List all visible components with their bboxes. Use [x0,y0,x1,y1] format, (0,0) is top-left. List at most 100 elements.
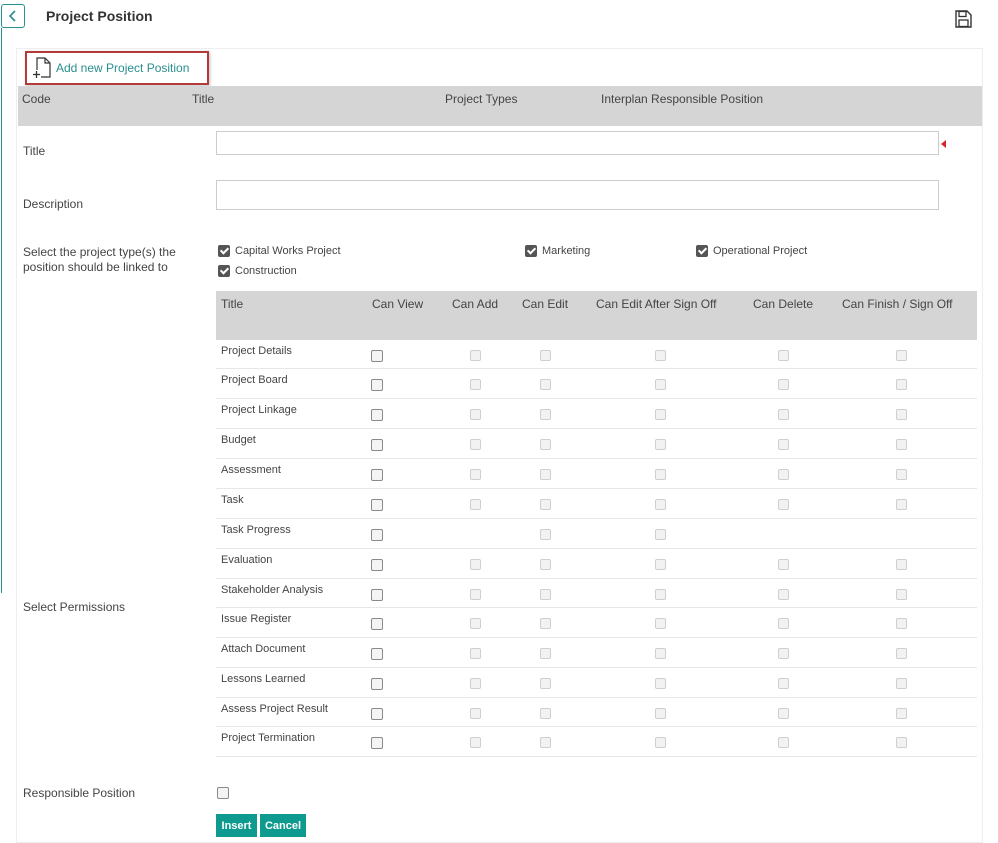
permission-row: Assessment [216,459,977,489]
left-accent-rule [1,28,2,593]
permission-cell [778,648,789,662]
permission-checkbox [778,708,789,719]
permission-cell [778,559,789,573]
permission-row: Issue Register [216,608,977,638]
project-type-checkbox[interactable] [525,245,537,257]
permission-checkbox [655,648,666,659]
permission-checkbox[interactable] [371,379,383,391]
permission-checkbox [896,648,907,659]
permission-checkbox [540,529,551,540]
permission-checkbox [778,439,789,450]
perm-header-can-edit-after-sign-off: Can Edit After Sign Off [596,297,717,311]
permission-cell [371,439,383,454]
permission-checkbox [655,499,666,510]
permission-cell [371,469,383,484]
project-type-checkbox[interactable] [218,265,230,277]
project-type-checkbox[interactable] [696,245,708,257]
permission-checkbox [655,589,666,600]
permission-cell [896,678,907,692]
permission-cell [896,409,907,423]
permission-checkbox [470,469,481,480]
permission-cell [896,708,907,722]
permission-checkbox [540,708,551,719]
permission-checkbox[interactable] [371,648,383,660]
permission-checkbox [470,589,481,600]
back-button[interactable] [1,4,25,28]
permission-checkbox[interactable] [371,559,383,571]
add-document-icon [32,57,51,79]
permission-row-title: Project Board [221,374,288,386]
permission-checkbox[interactable] [371,439,383,451]
permission-checkbox[interactable] [371,708,383,720]
permission-checkbox [778,648,789,659]
permission-checkbox [896,379,907,390]
permission-cell [655,678,666,692]
save-button[interactable] [953,9,973,29]
permission-cell [655,559,666,573]
permission-cell [655,529,666,543]
permission-row: Project Details [216,340,977,369]
permission-checkbox [470,499,481,510]
column-header-code[interactable]: Code [22,92,51,106]
permission-checkbox [470,737,481,748]
permission-checkbox[interactable] [371,529,383,541]
permission-checkbox [778,737,789,748]
permission-row: Task [216,489,977,519]
permission-cell [540,350,551,364]
permission-checkbox[interactable] [371,589,383,601]
permission-checkbox[interactable] [371,618,383,630]
permission-cell [371,529,383,544]
permission-checkbox[interactable] [371,469,383,481]
responsible-position-checkbox[interactable] [217,787,229,799]
permission-checkbox [470,708,481,719]
project-type-label: Operational Project [713,245,808,257]
permission-cell [540,469,551,483]
column-header-project-types[interactable]: Project Types [445,92,517,106]
permission-checkbox [655,618,666,629]
permission-cell [540,559,551,573]
permission-checkbox [896,618,907,629]
title-input[interactable] [216,131,939,155]
permissions-table: Title Can View Can Add Can Edit Can Edit… [216,291,977,758]
permission-row: Project Board [216,369,977,399]
perm-header-title: Title [221,297,244,311]
permission-checkbox[interactable] [371,350,383,362]
permissions-label: Select Permissions [23,600,126,614]
permission-checkbox [896,439,907,450]
permission-checkbox [470,678,481,689]
permission-checkbox [540,409,551,420]
permission-cell [371,708,383,723]
permission-cell [371,409,383,424]
permission-cell [470,469,481,483]
permission-cell [778,618,789,632]
column-header-responsible-position[interactable]: Interplan Responsible Position [601,92,763,106]
cancel-button[interactable]: Cancel [260,814,306,837]
permission-checkbox[interactable] [371,737,383,749]
perm-header-can-add: Can Add [452,297,499,311]
permission-checkbox[interactable] [371,499,383,511]
permission-checkbox[interactable] [371,678,383,690]
project-type-checkbox[interactable] [218,245,230,257]
permission-checkbox [896,409,907,420]
permission-cell [540,678,551,692]
project-type-construction[interactable]: Construction [218,265,297,277]
column-header-title[interactable]: Title [192,92,214,106]
permission-checkbox [470,439,481,450]
project-type-operational[interactable]: Operational Project [696,245,807,257]
add-new-project-position-button[interactable]: Add new Project Position [25,51,209,85]
permission-cell [655,350,666,364]
project-type-capital-works[interactable]: Capital Works Project [218,245,341,257]
permission-checkbox [540,678,551,689]
permission-row-title: Project Termination [221,732,315,744]
insert-button[interactable]: Insert [216,814,257,837]
permission-row: Project Linkage [216,399,977,429]
description-input[interactable] [216,180,939,210]
permission-cell [655,409,666,423]
permission-checkbox [470,618,481,629]
permission-checkbox[interactable] [371,409,383,421]
permission-cell [540,737,551,751]
permission-cell [540,708,551,722]
project-type-marketing[interactable]: Marketing [525,245,590,257]
permission-checkbox [778,350,789,361]
permission-checkbox [896,350,907,361]
